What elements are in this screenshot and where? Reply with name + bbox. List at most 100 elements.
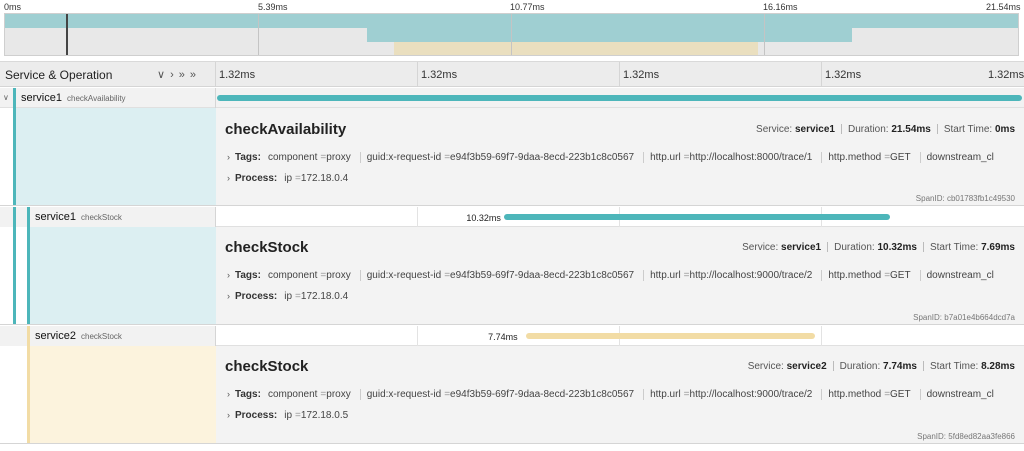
header-title: Service & Operation (5, 68, 113, 82)
chevron-down-icon[interactable]: ∨ (157, 69, 168, 81)
span-row[interactable]: ∨ service1 checkAvailability (0, 88, 1024, 108)
service-value: service2 (786, 361, 827, 372)
process-row[interactable]: › Process: ip =172.18.0.5 (227, 410, 1017, 421)
span-detail-meta: Service: service1 Duration: 21.54ms Start … (756, 124, 1015, 135)
span-duration-label: 7.74ms (488, 332, 518, 342)
minimap-gridline (258, 14, 259, 55)
chevron-right-icon[interactable]: › (170, 69, 177, 81)
duration-label: Duration: (848, 124, 889, 135)
collapse-controls: ∨ ›»» (157, 68, 201, 81)
span-duration-bar[interactable] (217, 95, 1022, 101)
tag-value: e94f3b59-69f7-9daa-8ecd-223b1c8c0567 (450, 270, 635, 282)
tag-value: proxy (326, 389, 351, 401)
chevron-right-icon[interactable]: › (227, 291, 230, 301)
service-color-marker (13, 88, 16, 108)
tag-value: http://localhost:8000/trace/1 (689, 152, 813, 164)
span-row[interactable]: service1 checkStock 10.32ms (0, 207, 1024, 227)
timeline-gridline (619, 62, 620, 87)
timeline-tick: 1.32ms (421, 69, 458, 81)
span-row[interactable]: service2 checkStock 7.74ms (0, 326, 1024, 346)
service-label: Service: (742, 242, 779, 253)
span-detail-panel: checkStock Service: service1 Duration: 10… (0, 227, 1024, 325)
tag-key: http.url (650, 152, 681, 164)
service-value: service1 (781, 242, 822, 253)
start-value: 8.28ms (981, 361, 1015, 372)
process-ip-key: ip (284, 410, 293, 421)
timeline-tick: 1.32ms (219, 69, 256, 81)
span-id: SpanID: b7a01e4b664dcd7a (913, 313, 1015, 322)
span-name-cell[interactable]: service2 checkStock (0, 326, 216, 346)
tag-key: guid:x-request-id (366, 270, 442, 282)
minimap-bar-service2-checkstock (394, 42, 758, 55)
minimap-ticks: 0ms 5.39ms 10.77ms 16.16ms 21.54ms (0, 0, 1024, 13)
tag-separator (643, 270, 645, 281)
tag-separator (643, 389, 645, 400)
span-operation-name: checkAvailability (67, 94, 126, 103)
process-row[interactable]: › Process: ip =172.18.0.4 (227, 291, 1017, 302)
minimap-cursor[interactable] (66, 14, 68, 55)
span-detail-panel: checkAvailability Service: service1 Durat… (0, 108, 1024, 206)
trace-minimap[interactable] (4, 13, 1019, 56)
timeline-tick: 1.32ms (623, 69, 660, 81)
tag-key: downstream_cl (926, 389, 994, 401)
timeline-gridline (417, 326, 418, 346)
chevron-right-icon[interactable]: › (227, 389, 230, 399)
tag-key: guid:x-request-id (366, 389, 442, 401)
tag-key: http.url (650, 389, 681, 401)
minimap-tick: 21.54ms (986, 2, 1021, 12)
tag-separator (919, 389, 921, 400)
tag-separator (359, 389, 361, 400)
header-name-column: Service & Operation ∨ ›»» (0, 62, 216, 87)
span-detail-panel: checkStock Service: service2 Duration: 7.… (0, 346, 1024, 444)
parent-color-marker (13, 207, 16, 227)
start-label: Start Time: (929, 361, 979, 372)
service-label: Service: (747, 361, 784, 372)
chevron-right-icon[interactable]: › (227, 410, 230, 420)
tags-row[interactable]: › Tags: component =proxy guid:x-request-id =e… (227, 152, 1017, 163)
double-chevron-down-icon[interactable]: » (179, 69, 188, 81)
tags-label: Tags: (235, 270, 261, 282)
span-name-cell[interactable]: service1 checkStock (0, 207, 216, 227)
spanid-label: SpanID: (917, 432, 947, 441)
tags-row[interactable]: › Tags: component =proxy guid:x-request-id =e… (227, 389, 1017, 400)
span-duration-bar[interactable] (504, 214, 890, 220)
spanid-label: SpanID: (915, 194, 945, 203)
spanid-value: b7a01e4b664dcd7a (944, 313, 1015, 322)
span-detail-title: checkAvailability (225, 121, 347, 138)
start-value: 7.69ms (981, 242, 1015, 253)
tag-separator (821, 270, 823, 281)
chevron-right-icon[interactable]: › (227, 173, 230, 183)
process-ip-value: 172.18.0.5 (300, 410, 349, 421)
tags-label: Tags: (235, 389, 261, 401)
service-label: Service: (756, 124, 793, 135)
span-service-name: service1 (35, 211, 76, 223)
trace-timeline-header: Service & Operation ∨ ›»» 1.32ms 1.32ms 1… (0, 61, 1024, 87)
timeline-tick: 1.32ms (988, 69, 1024, 81)
span-service-name: service2 (35, 330, 76, 342)
process-row[interactable]: › Process: ip =172.18.0.4 (227, 173, 1017, 184)
tag-value: proxy (326, 152, 351, 164)
tag-key: component (267, 270, 318, 282)
timeline-gridline (821, 62, 822, 87)
span-service-name: service1 (21, 92, 62, 104)
minimap-gridline (764, 14, 765, 55)
spanid-label: SpanID: (913, 313, 943, 322)
double-chevron-right-icon[interactable]: » (190, 69, 199, 81)
tag-key: component (267, 152, 318, 164)
chevron-right-icon[interactable]: › (227, 270, 230, 280)
tags-row[interactable]: › Tags: component =proxy guid:x-request-id =e… (227, 270, 1017, 281)
span-name-cell[interactable]: ∨ service1 checkAvailability (0, 88, 216, 108)
service-color-marker (27, 326, 30, 346)
tag-separator (643, 152, 645, 163)
span-detail-indent (0, 346, 216, 443)
chevron-right-icon[interactable]: › (227, 152, 230, 162)
chevron-down-icon[interactable]: ∨ (3, 93, 9, 102)
process-ip-value: 172.18.0.4 (300, 291, 349, 302)
span-detail-meta: Service: service1 Duration: 10.32ms Start … (742, 242, 1015, 253)
service-color-band (13, 108, 216, 205)
spanid-value: 5fd8ed82aa3fe866 (948, 432, 1015, 441)
tag-value: http://localhost:9000/trace/2 (689, 270, 813, 282)
span-duration-bar[interactable] (526, 333, 816, 339)
process-ip-value: 172.18.0.4 (300, 173, 349, 184)
service-color-band (27, 227, 216, 324)
